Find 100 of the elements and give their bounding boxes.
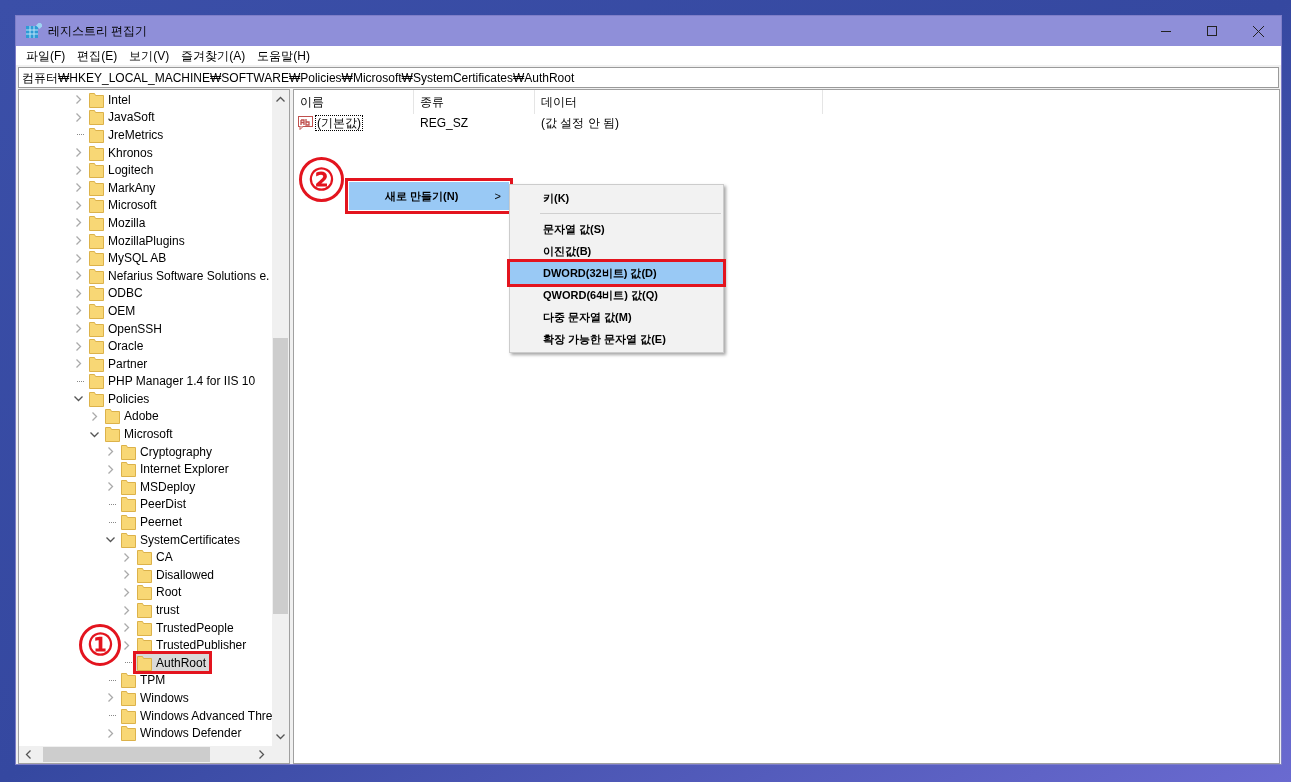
tree-item[interactable]: Oracle <box>88 337 147 355</box>
expand-chevron-icon[interactable] <box>73 217 84 229</box>
menu-item[interactable]: 이진값(B) <box>510 240 723 262</box>
tree-item[interactable]: JavaSoft <box>88 108 158 126</box>
folder-icon <box>121 496 136 513</box>
tree-item[interactable]: Root <box>136 583 185 601</box>
registry-icon <box>26 23 42 39</box>
minimize-icon <box>1161 30 1171 32</box>
tree-item[interactable]: TPM <box>120 671 169 689</box>
scrollbar-thumb[interactable] <box>43 747 210 762</box>
tree-item[interactable]: Windows <box>120 689 192 707</box>
expand-chevron-icon[interactable] <box>105 727 116 739</box>
expand-chevron-icon[interactable] <box>105 463 116 475</box>
folder-icon <box>137 602 152 618</box>
tree-item[interactable]: SystemCertificates <box>120 531 244 549</box>
menu-item[interactable]: 확장 가능한 문자열 값(E) <box>510 328 723 350</box>
expand-chevron-icon[interactable] <box>73 199 84 211</box>
expand-chevron-icon[interactable] <box>73 164 84 176</box>
folder-icon <box>105 426 120 443</box>
column-header[interactable]: 종류 <box>414 90 535 114</box>
address-bar[interactable]: 컴퓨터₩HKEY_LOCAL_MACHINE₩SOFTWARE₩Policies₩Microsoft₩SystemCertificates₩AuthRoot <box>18 67 1279 88</box>
tree-item[interactable]: trust <box>136 601 183 619</box>
menu-item[interactable]: 즐겨찾기(A) <box>175 46 252 65</box>
tree-item[interactable]: Internet Explorer <box>120 460 232 478</box>
vertical-scrollbar[interactable] <box>272 90 289 746</box>
folder-icon <box>89 302 104 319</box>
tree-item[interactable]: Logitech <box>88 161 157 179</box>
tree-item[interactable]: MarkAny <box>88 179 159 197</box>
tree-item[interactable]: OpenSSH <box>88 320 166 337</box>
column-header[interactable]: 데이터 <box>535 90 823 114</box>
tree-item[interactable]: Intel <box>88 91 134 109</box>
expand-chevron-icon[interactable] <box>73 252 84 264</box>
menu-item[interactable]: 도움말(H) <box>251 46 316 65</box>
expand-chevron-icon[interactable] <box>121 622 132 634</box>
expand-chevron-icon[interactable] <box>121 551 132 563</box>
menu-item[interactable]: QWORD(64비트) 값(Q) <box>510 284 723 306</box>
folder-icon <box>89 214 104 231</box>
expand-chevron-icon[interactable] <box>105 481 116 493</box>
menu-item[interactable]: 다중 문자열 값(M) <box>510 306 723 328</box>
expand-chevron-icon[interactable] <box>105 446 116 458</box>
scroll-up-icon[interactable] <box>276 96 285 102</box>
expand-chevron-icon[interactable] <box>73 182 84 194</box>
menu-item[interactable]: DWORD(32비트) 값(D) <box>510 262 723 284</box>
horizontal-scrollbar[interactable] <box>19 746 289 763</box>
menu-item[interactable]: 편집(E) <box>71 46 124 65</box>
expand-chevron-icon[interactable] <box>73 147 84 159</box>
folder-icon <box>121 461 136 478</box>
tree-item[interactable]: MySQL AB <box>88 249 170 267</box>
menu-item[interactable]: 파일(F) <box>20 46 72 65</box>
expand-chevron-icon[interactable] <box>73 94 84 106</box>
scroll-right-icon[interactable] <box>259 750 265 759</box>
expand-chevron-icon[interactable] <box>121 639 132 651</box>
folder-icon <box>89 390 104 407</box>
tree-item[interactable]: Windows Advanced Thre <box>120 707 272 725</box>
scroll-left-icon[interactable] <box>25 750 31 759</box>
tree-item[interactable]: Microsoft <box>104 425 176 443</box>
expand-chevron-icon[interactable] <box>121 604 132 616</box>
tree-item[interactable]: MozillaPlugins <box>88 232 188 250</box>
expand-chevron-icon[interactable] <box>73 305 84 317</box>
expand-chevron-icon[interactable] <box>73 270 84 282</box>
menu-item[interactable]: 문자열 값(S) <box>510 218 723 240</box>
scroll-down-icon[interactable] <box>276 734 285 740</box>
tree-item[interactable]: Policies <box>88 390 153 408</box>
expand-chevron-icon[interactable] <box>73 235 84 247</box>
menu-item[interactable]: 보기(V) <box>123 46 176 65</box>
tree-item[interactable]: Microsoft <box>88 196 160 214</box>
tree-item[interactable]: Windows Defender <box>120 724 245 742</box>
tree-item[interactable]: MSDeploy <box>120 478 199 496</box>
expand-chevron-icon[interactable] <box>121 569 132 581</box>
menu-item[interactable]: 키(K) <box>510 187 723 209</box>
expand-chevron-icon[interactable] <box>73 111 84 123</box>
expand-chevron-icon[interactable] <box>73 340 84 352</box>
tree-item[interactable]: Cryptography <box>120 443 216 461</box>
tree-item[interactable]: PeerDist <box>120 495 189 513</box>
tree-item[interactable]: Adobe <box>104 408 162 425</box>
tree-item[interactable]: Mozilla <box>88 214 149 232</box>
expand-chevron-icon[interactable] <box>105 692 116 704</box>
value-name[interactable]: (기본값) <box>315 115 363 131</box>
expand-chevron-icon[interactable] <box>121 586 132 598</box>
expand-chevron-icon[interactable] <box>89 411 100 422</box>
scrollbar-thumb[interactable] <box>273 338 288 614</box>
column-header[interactable]: 이름 <box>294 90 414 114</box>
tree-item[interactable]: Partner <box>88 355 151 373</box>
folder-icon <box>121 725 136 742</box>
tree-item[interactable]: Disallowed <box>136 566 218 584</box>
window-title: 레지스트리 편집기 <box>48 23 148 40</box>
tree-item[interactable]: TrustedPeople <box>136 619 237 637</box>
expand-chevron-icon[interactable] <box>73 358 84 370</box>
folder-icon <box>121 690 136 706</box>
expand-chevron-icon[interactable] <box>73 323 84 334</box>
tree-item[interactable]: JreMetrics <box>88 126 167 144</box>
tree-item[interactable]: ODBC <box>88 284 146 302</box>
tree-item[interactable]: PHP Manager 1.4 for IIS 10 <box>88 372 259 390</box>
tree-item[interactable]: AuthRoot <box>136 654 210 672</box>
tree-item[interactable]: CA <box>136 548 176 566</box>
expand-chevron-icon[interactable] <box>73 287 84 299</box>
tree-item[interactable]: Peernet <box>120 513 186 531</box>
tree-item[interactable]: Khronos <box>88 144 156 162</box>
tree-item[interactable]: OEM <box>88 302 139 320</box>
tree-item[interactable]: Nefarius Software Solutions e. <box>88 267 272 285</box>
